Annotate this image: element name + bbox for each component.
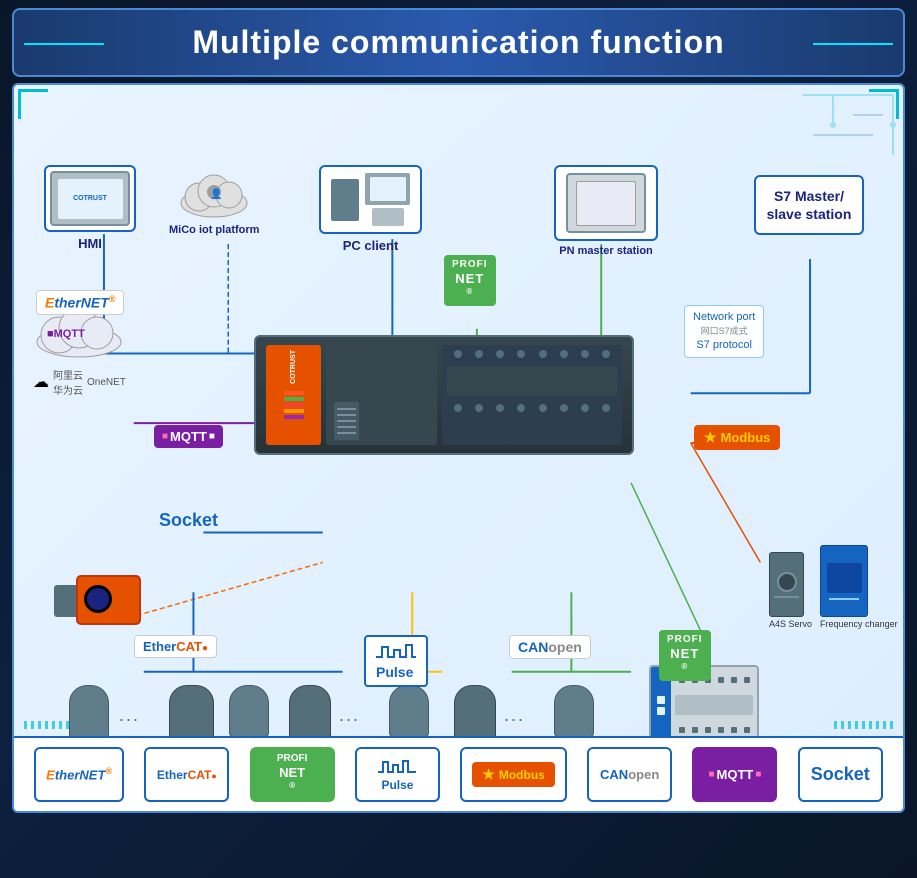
corner-decoration-tl bbox=[18, 89, 48, 119]
cloud-icon: 👤 bbox=[177, 165, 252, 220]
s7-label: S7 Master/slave station bbox=[766, 187, 852, 223]
pc-client-device: PC client bbox=[319, 165, 422, 253]
modbus-badge: ★Modbus bbox=[694, 425, 780, 450]
pulse-badge: Pulse bbox=[364, 635, 428, 687]
socket-badge: Socket bbox=[159, 510, 218, 531]
network-port-label: Network port 网口S7成式 S7 protocol bbox=[684, 305, 764, 358]
bottom-badge-socket: Socket bbox=[798, 747, 883, 802]
bottom-badge-pulse: Pulse bbox=[355, 747, 440, 802]
mico-label: MiCo iot platform bbox=[169, 224, 259, 236]
svg-text:■MQTT: ■MQTT bbox=[47, 328, 85, 340]
hmi-device: COTRUST HMI bbox=[44, 165, 136, 251]
main-area: COTRUST HMI EtherNET® 👤 MiCo iot platfor… bbox=[12, 83, 905, 813]
bottom-bar: EtherNET® EtherCAT● PROFINET® Pulse ★Mod… bbox=[14, 736, 903, 811]
camera-device bbox=[54, 575, 144, 630]
s7-device: S7 Master/slave station bbox=[754, 175, 864, 235]
pulse-bottom-label: Pulse bbox=[381, 778, 413, 792]
motor-group-7 bbox=[554, 685, 594, 737]
mico-iot-device: 👤 MiCo iot platform bbox=[169, 165, 259, 236]
dots-2: ... bbox=[339, 705, 360, 726]
corner-decoration-tr bbox=[869, 89, 899, 119]
pn-master-device: PN master station bbox=[554, 165, 658, 257]
svg-text:👤: 👤 bbox=[210, 187, 222, 200]
motor-group-1 bbox=[69, 685, 109, 740]
motor-group-5 bbox=[389, 685, 429, 737]
profinet-badge-br: PROFINET ® bbox=[659, 630, 711, 681]
dots-3: ... bbox=[504, 705, 525, 726]
plc-unit: COTRUST bbox=[254, 335, 634, 455]
bottom-badge-ethercat: EtherCAT● bbox=[144, 747, 229, 802]
motor-group-3 bbox=[229, 685, 269, 737]
motor-group-4 bbox=[289, 685, 331, 740]
ethercat-badge: EtherCAT● bbox=[134, 635, 217, 658]
dots-1: ... bbox=[119, 705, 140, 726]
pulse-wave-icon bbox=[378, 758, 416, 778]
motor-group-2 bbox=[169, 685, 214, 743]
tick-decoration-right bbox=[834, 721, 893, 729]
pc-client-label: PC client bbox=[343, 238, 399, 253]
freq-changer-label: Frequency changer bbox=[820, 619, 898, 629]
motor-group-6 bbox=[454, 685, 496, 740]
mqtt-badge: ■MQTT■ bbox=[154, 425, 223, 448]
canopen-badge: CANopen bbox=[509, 635, 591, 659]
hmi-label: HMI bbox=[78, 236, 102, 251]
bottom-badge-mqtt: ■MQTT■ bbox=[692, 747, 777, 802]
bottom-badge-modbus: ★Modbus bbox=[460, 747, 567, 802]
bottom-badge-profinet: PROFINET® bbox=[250, 747, 335, 802]
a4s-servo-label: A4S Servo bbox=[769, 619, 812, 629]
ethernet-badge-hmi: EtherNET® bbox=[36, 290, 124, 315]
header-bar: Multiple communication function bbox=[12, 8, 905, 77]
bottom-badge-ethernet: EtherNET® bbox=[34, 747, 124, 802]
bottom-badge-canopen: CANopen bbox=[587, 747, 672, 802]
page-title: Multiple communication function bbox=[34, 24, 883, 61]
servo-freq-group: A4S Servo Frequency changer bbox=[769, 545, 898, 629]
profinet-badge-top: PROFINET ® bbox=[444, 255, 496, 306]
pn-master-label: PN master station bbox=[559, 245, 653, 257]
